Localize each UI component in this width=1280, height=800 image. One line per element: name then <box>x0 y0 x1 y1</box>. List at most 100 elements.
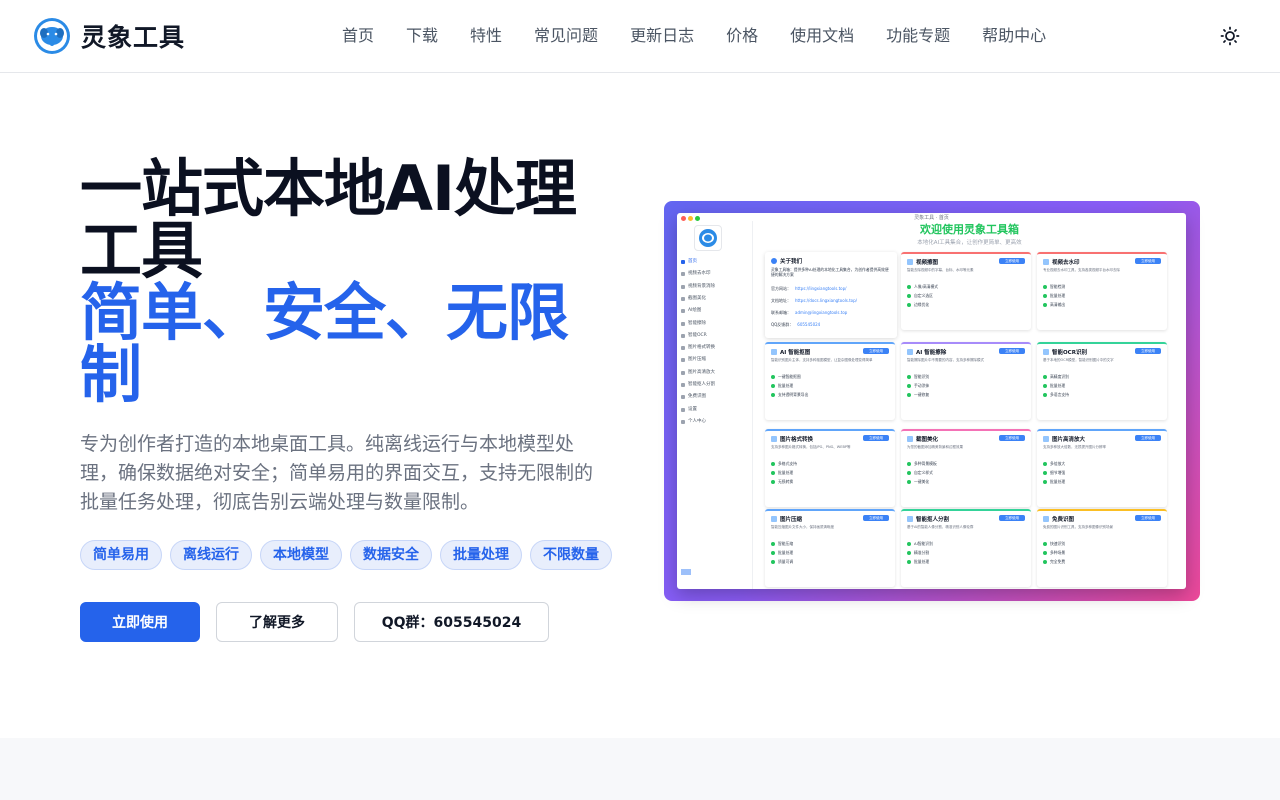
tool-card-use-button[interactable]: 立即使用 <box>1135 515 1161 521</box>
tool-icon <box>1043 259 1049 265</box>
about-row-link[interactable]: 605545024 <box>797 322 820 328</box>
tool-feature-label: 智能识别 <box>914 374 930 379</box>
sidebar-item[interactable]: 图片压缩 <box>681 355 749 365</box>
tool-card-title: 免费识图 <box>1052 517 1075 523</box>
sidebar-item[interactable]: AI绘图 <box>681 306 749 316</box>
hero-buttons: 立即使用 了解更多 QQ群：605545024 <box>80 602 549 642</box>
tool-card-use-button[interactable]: 立即使用 <box>999 515 1025 521</box>
use-now-button[interactable]: 立即使用 <box>80 602 200 642</box>
tag-security: 数据安全 <box>350 540 432 570</box>
check-icon <box>907 285 911 289</box>
tool-feature-label: 快速识别 <box>1050 541 1066 546</box>
tool-card-title: 图片高清放大 <box>1052 437 1086 443</box>
sidebar-item[interactable]: 截图美化 <box>681 294 749 304</box>
tool-card[interactable]: 图片格式转换 立即使用 支持多种图片格式转换，包括JPG、PNG、WEBP等 多格式支… <box>765 429 895 507</box>
tool-card[interactable]: 免费识图 立即使用 免费的图片识别工具，支持多种图像识别场景 快速识别 多种场景 完全免费 <box>1037 509 1167 587</box>
tool-feature: 一键智能抠图 <box>771 374 881 380</box>
tool-card[interactable]: 截图美化 立即使用 为您的截图添加精美背景和边框效果 多种背景模板 自定义样式 一键美化 <box>901 429 1031 507</box>
tool-card-use-button[interactable]: 立即使用 <box>999 435 1025 441</box>
check-icon <box>771 393 775 397</box>
check-icon <box>1043 285 1047 289</box>
tool-feature: 高清输出 <box>1043 302 1153 308</box>
tool-card-title: 截图美化 <box>916 437 939 443</box>
tool-card-use-button[interactable]: 立即使用 <box>863 435 889 441</box>
menu-icon[interactable] <box>681 569 691 575</box>
tool-card[interactable]: AI 智能抠图 立即使用 智能识别图片主体，支持多种抠图模型，让复杂图像处理变得简单… <box>765 342 895 420</box>
sidebar-item[interactable]: 视频背景消除 <box>681 282 749 292</box>
about-row-link[interactable]: admin@lingxiangtools.top <box>795 310 847 316</box>
tool-icon <box>1043 436 1049 442</box>
tool-card[interactable]: 智能抠人分割 立即使用 基于AI的智能人像分割，精准识别人像轮廓 AI智能识别 精准分割… <box>901 509 1031 587</box>
tool-card-use-button[interactable]: 立即使用 <box>999 348 1025 354</box>
welcome-title: 欢迎使用灵象工具箱 <box>920 223 1019 236</box>
main-nav: 首页 下载 特性 常见问题 更新日志 价格 使用文档 功能专题 帮助中心 <box>326 24 1062 48</box>
hero-title-line2: 简单、安全、无限制 <box>80 276 569 411</box>
tool-card-title: 智能抠人分割 <box>916 517 950 523</box>
nav-home[interactable]: 首页 <box>326 24 390 48</box>
tool-feature: 支持透明背景导出 <box>771 392 881 398</box>
nav-docs[interactable]: 使用文档 <box>774 24 870 48</box>
about-row-link[interactable]: https://docs.lingxiangtools.top/ <box>795 298 857 304</box>
about-row-link[interactable]: https://lingxiangtools.top/ <box>795 286 846 292</box>
tool-card[interactable]: 图片高清放大 立即使用 支持多种放大倍数，无损提升图片分辨率 多倍放大 细节增强 批量处理 <box>1037 429 1167 507</box>
sidebar-item-icon <box>681 346 685 351</box>
sidebar-item-icon <box>681 272 685 277</box>
check-icon <box>1043 393 1047 397</box>
tool-card-desc: 免费的图片识别工具，支持多种图像识别场景 <box>1043 525 1113 529</box>
sidebar-item[interactable]: 图片格式转换 <box>681 343 749 353</box>
sidebar-item[interactable]: 免费识图 <box>681 392 749 402</box>
tool-card-use-button[interactable]: 立即使用 <box>1135 435 1161 441</box>
tool-card-title: 视频去水印 <box>1052 260 1080 266</box>
tool-feature-label: 无损转换 <box>778 479 794 484</box>
sidebar-item[interactable]: 设置 <box>681 405 749 415</box>
sidebar-item[interactable]: 智能擦除 <box>681 319 749 329</box>
window-title: 灵象工具 · 首页 <box>914 215 949 221</box>
tool-feature: 边缘优化 <box>907 302 1017 308</box>
sidebar-item[interactable]: 智能OCR <box>681 331 749 341</box>
qq-group-button[interactable]: QQ群：605545024 <box>354 602 549 642</box>
nav-features[interactable]: 特性 <box>454 24 518 48</box>
nav-help[interactable]: 帮助中心 <box>966 24 1062 48</box>
tool-feature: 一键美化 <box>907 479 1017 485</box>
theme-toggle-button[interactable] <box>1217 23 1243 49</box>
tool-card-use-button[interactable]: 立即使用 <box>863 515 889 521</box>
check-icon <box>771 375 775 379</box>
tag-batch: 批量处理 <box>440 540 522 570</box>
nav-pricing[interactable]: 价格 <box>710 24 774 48</box>
tool-feature-label: 批量处理 <box>1050 383 1066 388</box>
tool-feature-label: 自定义样式 <box>914 470 933 475</box>
tool-feature: 无损转换 <box>771 479 881 485</box>
tool-feature: 自定义样式 <box>907 470 1017 476</box>
tool-card-use-button[interactable]: 立即使用 <box>1135 348 1161 354</box>
tool-feature: 精准分割 <box>907 550 1017 556</box>
check-icon <box>1043 471 1047 475</box>
tool-card[interactable]: AI 智能擦除 立即使用 智能擦除图片中不需要的内容，支持多种擦除模式 智能识别 手动涂… <box>901 342 1031 420</box>
tool-card-use-button[interactable]: 立即使用 <box>1135 258 1161 264</box>
tool-card[interactable]: 视频擦图 立即使用 智能去除视频中的字幕、台标、水印等元素 人像/高清模式 自定义选区边… <box>901 252 1031 330</box>
sidebar-item[interactable]: 视频去水印 <box>681 269 749 279</box>
nav-changelog[interactable]: 更新日志 <box>614 24 710 48</box>
tool-card-use-button[interactable]: 立即使用 <box>999 258 1025 264</box>
sidebar-item[interactable]: 智能抠人分割 <box>681 380 749 390</box>
tool-feature: 智能压缩 <box>771 541 881 547</box>
tool-card-title: 图片格式转换 <box>780 437 814 443</box>
tool-card-use-button[interactable]: 立即使用 <box>863 348 889 354</box>
tool-feature: 高精度识别 <box>1043 374 1153 380</box>
tool-feature-label: 高清输出 <box>1050 302 1066 307</box>
nav-download[interactable]: 下载 <box>390 24 454 48</box>
sidebar-item[interactable]: 个人中心 <box>681 417 749 427</box>
tool-feature-label: 批量处理 <box>914 559 930 564</box>
nav-topics[interactable]: 功能专题 <box>870 24 966 48</box>
sidebar-item[interactable]: 图片高清放大 <box>681 368 749 378</box>
sidebar-item-icon <box>681 383 685 387</box>
brand[interactable]: 灵象工具 <box>33 17 185 55</box>
tool-card[interactable]: 视频去水印 立即使用 专业视频去水印工具，支持各类视频平台水印去除 智能检测 批量处理高… <box>1037 252 1167 330</box>
sidebar-item[interactable]: 首页 <box>681 257 749 267</box>
about-row-key: 文档地址： <box>771 298 791 303</box>
tool-card[interactable]: 图片压缩 立即使用 智能压缩图片文件大小，保持画质清晰度 智能压缩 批量处理 质量可调 <box>765 509 895 587</box>
tool-feature: AI智能识别 <box>907 541 1017 547</box>
learn-more-button[interactable]: 了解更多 <box>216 602 338 642</box>
tool-card[interactable]: 智能OCR识别 立即使用 基于本地的OCR模型，智能识别图片中的文字 高精度识别 批量处… <box>1037 342 1167 420</box>
check-icon <box>771 471 775 475</box>
nav-faq[interactable]: 常见问题 <box>518 24 614 48</box>
